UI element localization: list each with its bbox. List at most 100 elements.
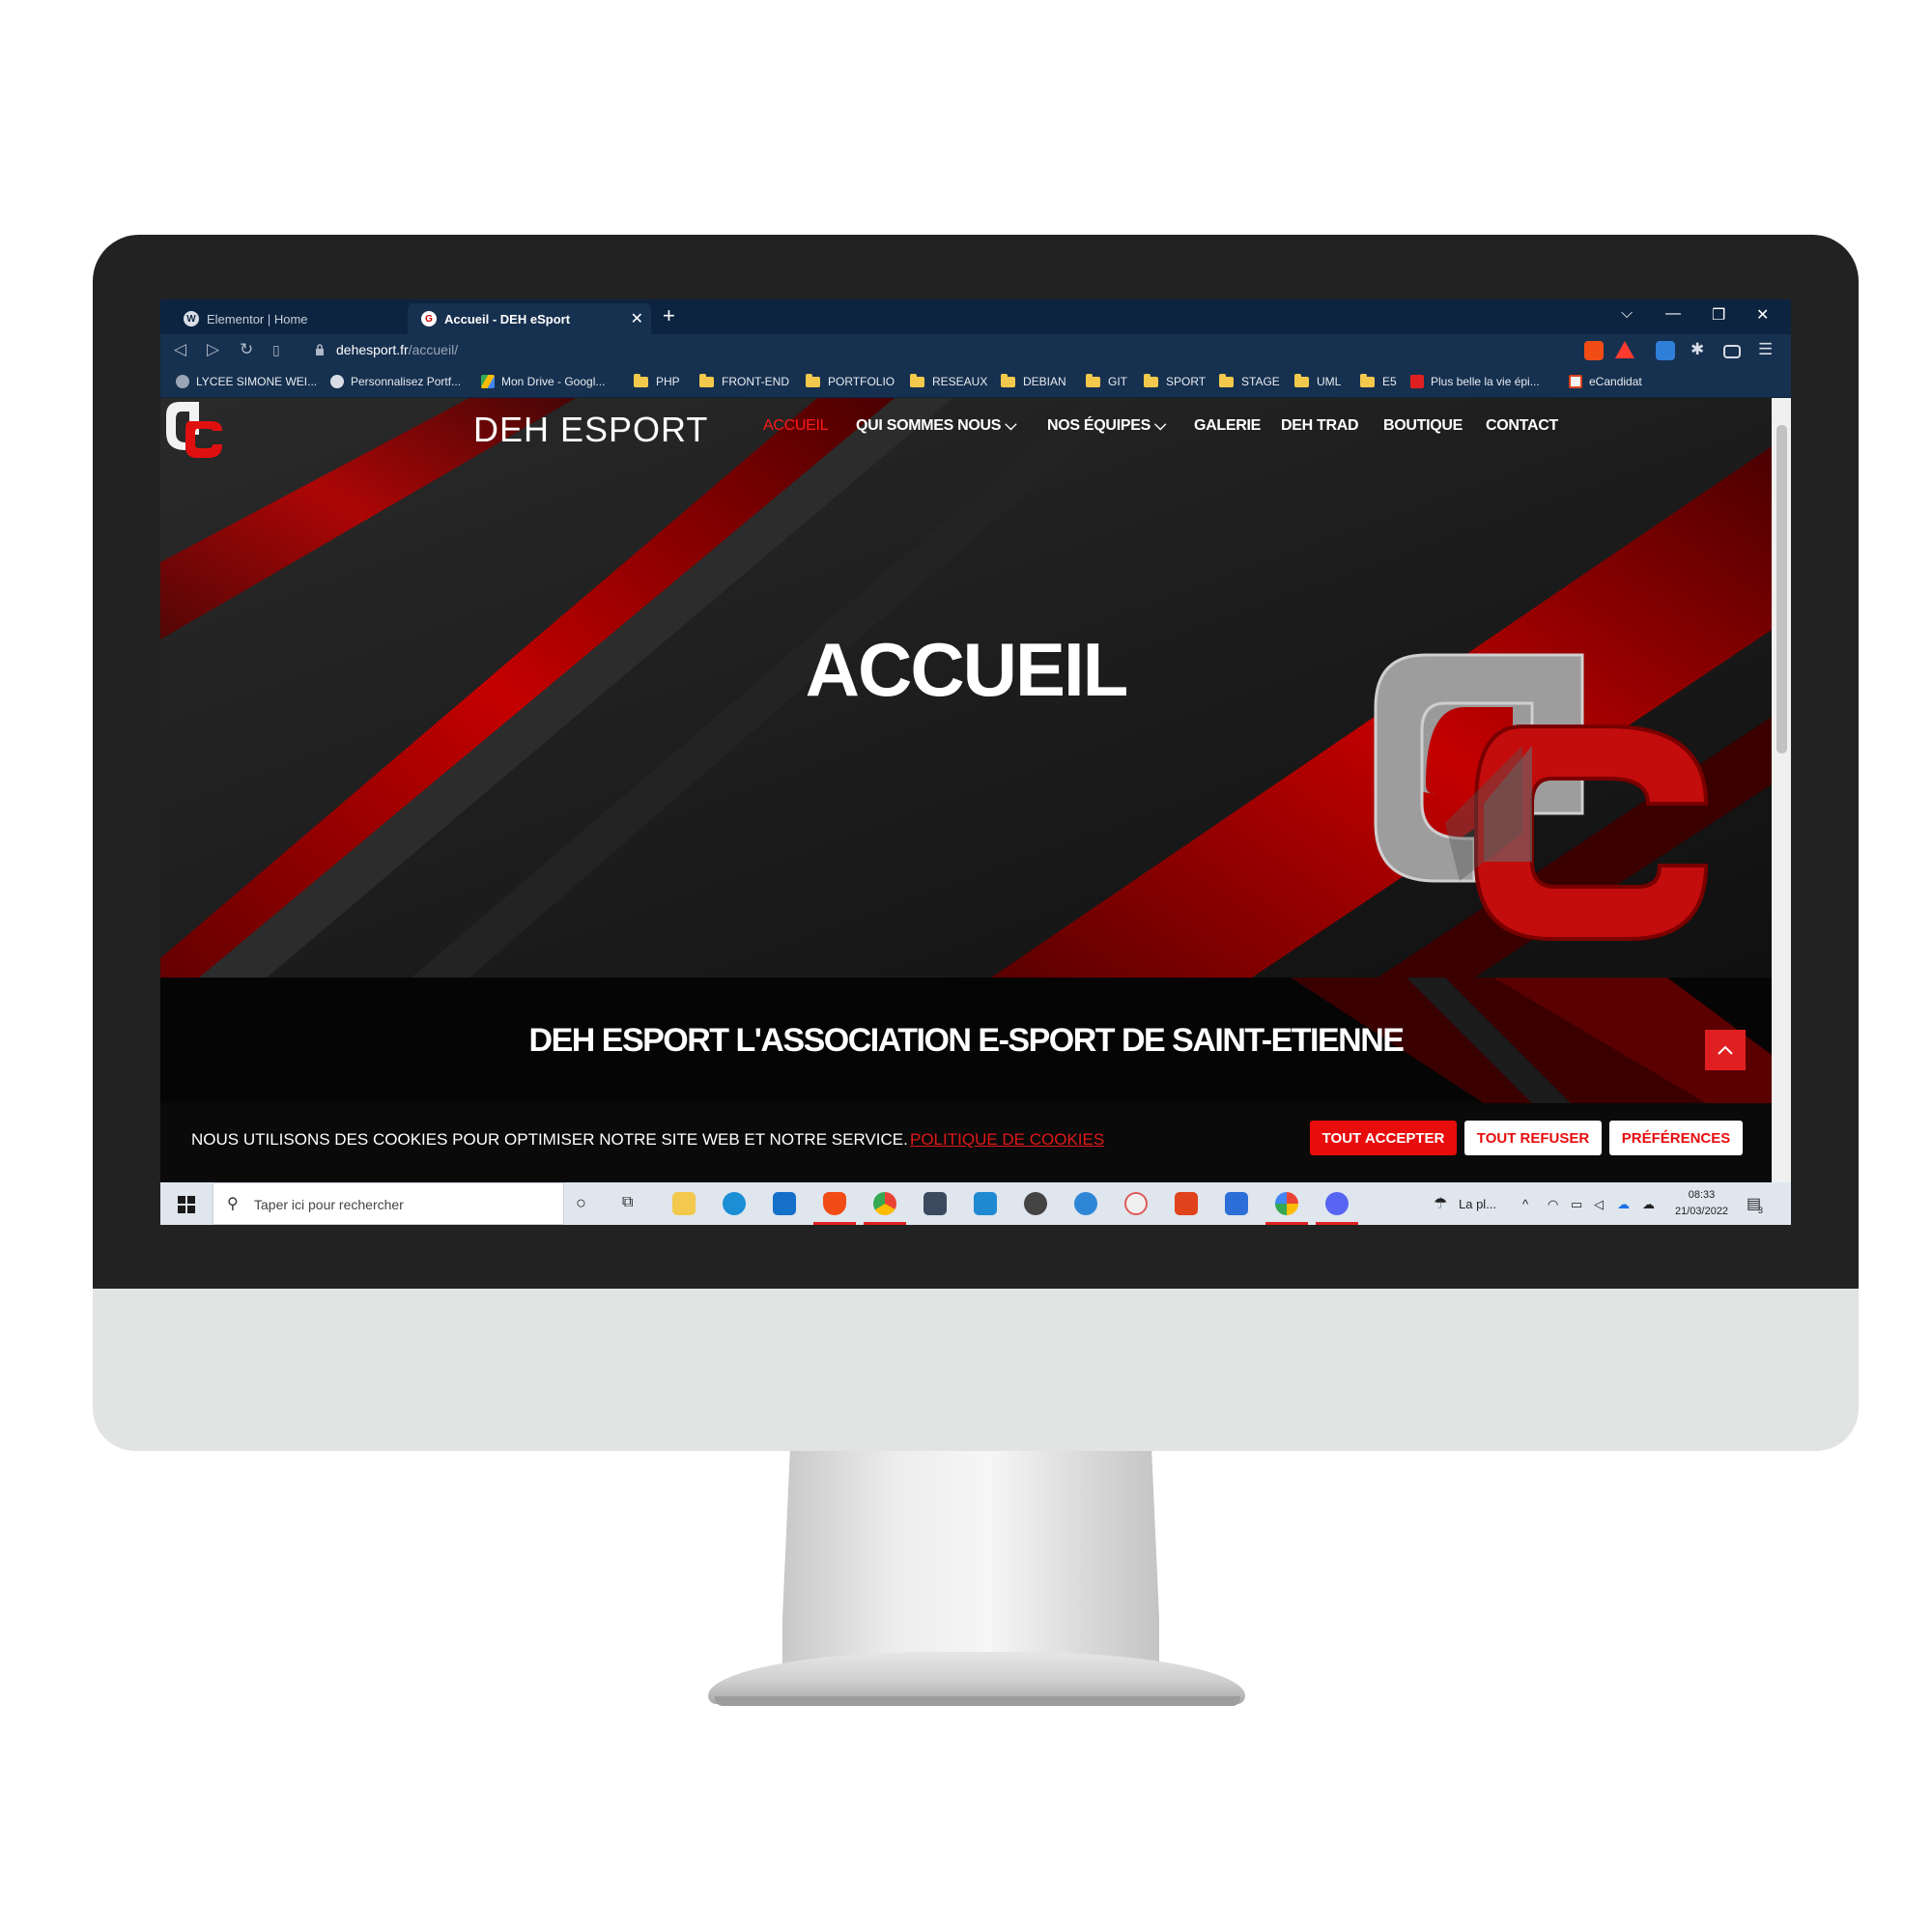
nav-accueil[interactable]: ACCUEIL	[763, 417, 829, 435]
tab-elementor[interactable]: W Elementor | Home	[170, 303, 398, 334]
running-indicator	[864, 1222, 906, 1225]
github-icon[interactable]	[1024, 1192, 1047, 1215]
monitor-chin	[93, 1289, 1859, 1451]
bookmark-lycee[interactable]: LYCEE SIMONE WEI...	[176, 375, 317, 388]
file-explorer-icon[interactable]	[672, 1192, 696, 1215]
diagram-app-icon[interactable]	[1225, 1192, 1248, 1215]
scrollbar-thumb[interactable]	[1776, 425, 1787, 753]
bookmark-label: FRONT-END	[722, 375, 789, 388]
translate-extension-icon[interactable]	[1656, 341, 1675, 360]
bookmark-label: STAGE	[1241, 375, 1280, 388]
tab-search-icon[interactable]: ⌵	[1621, 305, 1633, 323]
minimize-button[interactable]: —	[1665, 305, 1681, 323]
system-clock[interactable]: 08:33 21/03/2022	[1675, 1187, 1728, 1220]
page-scrollbar[interactable]	[1772, 398, 1791, 1182]
running-indicator	[1265, 1222, 1308, 1225]
cookie-banner: NOUS UTILISONS DES COOKIES POUR OPTIMISE…	[160, 1103, 1772, 1182]
app-icon[interactable]	[1074, 1192, 1097, 1215]
bookmark-sport[interactable]: SPORT	[1144, 373, 1206, 388]
bookmark-portfolio-wp[interactable]: Personnalisez Portf...	[330, 375, 461, 388]
bookmark-ecandidat[interactable]: eCandidat	[1569, 375, 1642, 388]
weather-icon[interactable]: ☂	[1434, 1194, 1447, 1213]
brand-name[interactable]: DEH ESPORT	[473, 410, 708, 450]
chrome-canary-icon[interactable]	[1275, 1192, 1298, 1215]
windows-start-icon[interactable]	[178, 1196, 195, 1213]
clock-date: 21/03/2022	[1675, 1206, 1729, 1217]
bookmark-portfolio[interactable]: PORTFOLIO	[806, 373, 895, 388]
google-drive-icon	[481, 375, 495, 388]
close-window-button[interactable]: ✕	[1756, 305, 1769, 325]
refuse-all-button[interactable]: TOUT REFUSER	[1464, 1121, 1602, 1155]
nav-contact[interactable]: CONTACT	[1486, 417, 1558, 435]
bookmark-pblv[interactable]: Plus belle la vie épi...	[1410, 375, 1540, 388]
restore-button[interactable]: ❐	[1712, 305, 1725, 325]
office-icon[interactable]	[1175, 1192, 1198, 1215]
taskbar-search[interactable]: ⚲ Taper ici pour rechercher	[213, 1182, 564, 1225]
brave-icon[interactable]	[823, 1192, 846, 1215]
wordpress-icon: W	[184, 311, 199, 327]
cloud-icon[interactable]: ☁	[1642, 1197, 1655, 1212]
wifi-icon[interactable]: ◠	[1548, 1197, 1558, 1212]
chevron-up-icon[interactable]: ^	[1522, 1197, 1528, 1211]
accept-all-button[interactable]: TOUT ACCEPTER	[1310, 1121, 1457, 1155]
brave-shields-icon[interactable]	[1584, 341, 1604, 360]
bookmark-label: LYCEE SIMONE WEI...	[196, 375, 318, 388]
bookmark-label: E5	[1382, 375, 1397, 388]
clock-time: 08:33	[1688, 1189, 1716, 1201]
bookmark-label: GIT	[1108, 375, 1127, 388]
chrome-icon[interactable]	[873, 1192, 896, 1215]
weather-text[interactable]: La pl...	[1459, 1197, 1496, 1211]
cookie-policy-link[interactable]: POLITIQUE DE COOKIES	[910, 1130, 1104, 1150]
edge-icon[interactable]	[723, 1192, 746, 1215]
bookmark-icon[interactable]: ▯	[272, 342, 280, 358]
task-view-icon[interactable]: ⧉	[622, 1194, 633, 1211]
vscode-icon[interactable]	[974, 1192, 997, 1215]
bookmark-drive[interactable]: Mon Drive - Googl...	[481, 375, 605, 388]
bookmark-debian[interactable]: DEBIAN	[1001, 373, 1066, 388]
snipping-tool-icon[interactable]	[1124, 1192, 1148, 1215]
extensions-icon[interactable]: ✱	[1690, 340, 1704, 359]
bookmark-reseaux[interactable]: RESEAUX	[910, 373, 987, 388]
bookmark-label: Mon Drive - Googl...	[501, 375, 606, 388]
scroll-to-top-button[interactable]	[1705, 1030, 1746, 1070]
wordpress-icon	[330, 375, 344, 388]
nav-nos-equipes[interactable]: NOS ÉQUIPES ⌵	[1047, 417, 1166, 435]
windows-taskbar: ⚲ Taper ici pour rechercher ○ ⧉ ☂ La pl.…	[160, 1182, 1791, 1225]
nav-galerie[interactable]: GALERIE	[1194, 417, 1261, 435]
menu-icon[interactable]: ☰	[1758, 340, 1773, 359]
nav-deh-trad[interactable]: DEH TRAD	[1281, 417, 1359, 435]
bookmark-stage[interactable]: STAGE	[1219, 373, 1280, 388]
bookmark-e5[interactable]: E5	[1360, 373, 1397, 388]
close-tab-icon[interactable]: ✕	[631, 309, 643, 328]
battery-icon[interactable]: ▭	[1571, 1197, 1582, 1212]
folder-icon	[634, 373, 648, 387]
running-indicator	[1316, 1222, 1358, 1225]
mail-icon[interactable]	[773, 1192, 796, 1215]
bookmark-uml[interactable]: UML	[1294, 373, 1341, 388]
wallet-icon[interactable]	[1723, 345, 1741, 358]
cortana-icon[interactable]: ○	[576, 1193, 586, 1213]
back-icon[interactable]: ◁	[174, 340, 186, 359]
volume-icon[interactable]: ◁	[1594, 1197, 1604, 1212]
notification-count: 3	[1758, 1206, 1764, 1215]
url-field[interactable]: dehesport.fr/accueil/	[336, 342, 458, 357]
bookmark-front-end[interactable]: FRONT-END	[699, 373, 789, 388]
chevron-up-icon	[1718, 1045, 1733, 1055]
preferences-button[interactable]: PRÉFÉRENCES	[1609, 1121, 1743, 1155]
reload-icon[interactable]: ↻	[240, 340, 253, 359]
onedrive-icon[interactable]: ☁	[1617, 1197, 1630, 1212]
nav-qui-sommes-nous[interactable]: QUI SOMMES NOUS ⌵	[856, 417, 1016, 435]
new-tab-button[interactable]: +	[663, 305, 675, 327]
bookmark-git[interactable]: GIT	[1086, 373, 1127, 388]
monitor-stand-edge	[715, 1696, 1240, 1706]
bookmark-php[interactable]: PHP	[634, 373, 680, 388]
forward-icon[interactable]: ▷	[207, 340, 219, 359]
tab-accueil[interactable]: G Accueil - DEH eSport ✕	[408, 303, 651, 334]
bookmark-label: Plus belle la vie épi...	[1431, 375, 1540, 388]
discord-icon[interactable]	[1325, 1192, 1349, 1215]
nav-boutique[interactable]: BOUTIQUE	[1383, 417, 1463, 435]
bookmark-label: DEBIAN	[1023, 375, 1066, 388]
brave-rewards-icon[interactable]	[1615, 341, 1634, 358]
virtualbox-icon[interactable]	[923, 1192, 947, 1215]
tab-label: Elementor | Home	[207, 311, 308, 327]
